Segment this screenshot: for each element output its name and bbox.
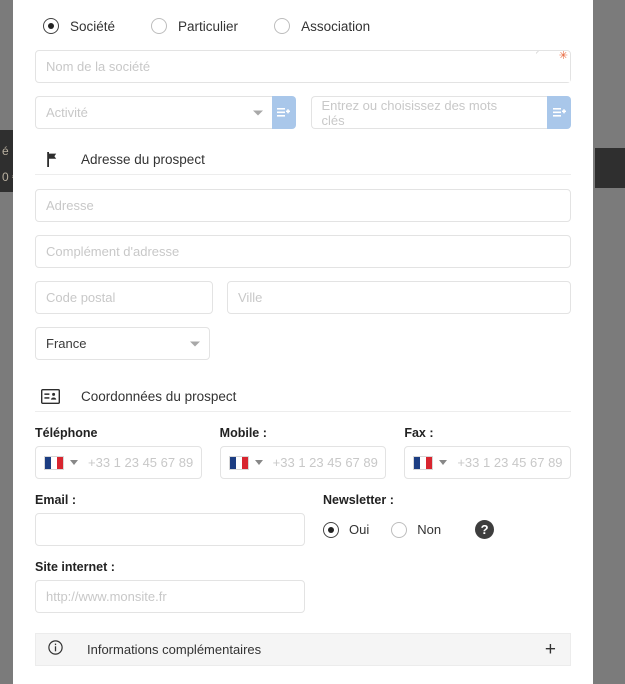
radio-association-label: Association <box>301 18 371 34</box>
help-icon[interactable]: ? <box>475 520 495 539</box>
chevron-down-icon <box>190 341 200 346</box>
keywords-combo: Entrez ou choisissez des mots clés <box>310 96 571 129</box>
phone-label: Téléphone <box>35 426 98 440</box>
radio-particulier-label: Particulier <box>178 18 239 34</box>
chevron-down-icon <box>252 110 263 115</box>
expand-plus-icon[interactable]: + <box>545 640 556 659</box>
address-input[interactable] <box>35 189 571 222</box>
france-flag-icon[interactable] <box>413 455 434 470</box>
france-flag-icon[interactable] <box>44 455 64 470</box>
email-newsletter-row: Email : Newsletter : Oui Non ? <box>35 493 571 546</box>
mobile-placeholder: +33 1 23 45 67 89 <box>272 455 378 470</box>
activity-combo: Activité <box>35 96 296 129</box>
radio-newsletter-non[interactable]: Non <box>391 521 442 538</box>
prospect-type-radio-group: Société Particulier Association <box>43 12 571 40</box>
screen: é 0 € Société Particulier Association No… <box>0 0 625 684</box>
radio-societe-label: Société <box>70 18 116 34</box>
newsletter-col: Newsletter : Oui Non ? <box>305 493 571 546</box>
radio-association[interactable]: Association <box>274 18 370 34</box>
keywords-add-button[interactable] <box>547 96 571 129</box>
background-right-panel <box>595 148 625 188</box>
website-label: Site internet : <box>35 560 115 574</box>
postal-code-input[interactable] <box>35 281 213 314</box>
fax-label: Fax : <box>404 426 434 440</box>
website-input[interactable] <box>35 580 305 613</box>
background-left-text-1: é <box>2 144 9 158</box>
keywords-input[interactable]: Entrez ou choisissez des mots clés <box>310 96 547 129</box>
postal-code-wrap <box>35 281 213 314</box>
country-select[interactable]: France <box>35 327 210 360</box>
list-add-icon <box>277 107 290 117</box>
radio-association-indicator[interactable] <box>274 18 291 34</box>
radio-newsletter-oui-indicator[interactable] <box>323 521 339 538</box>
address-section-title: Adresse du prospect <box>81 152 205 167</box>
required-asterisk-icon: ✳ <box>558 50 568 62</box>
country-row: France <box>35 327 571 360</box>
address-complement-row <box>35 235 571 268</box>
mobile-label: Mobile : <box>219 426 267 440</box>
email-input[interactable] <box>35 513 305 546</box>
city-wrap <box>227 281 571 314</box>
contact-section-header: Coordonnées du prospect <box>35 382 571 412</box>
country-code-chevron-icon[interactable] <box>70 460 78 465</box>
country-code-chevron-icon[interactable] <box>439 460 448 465</box>
fax-input[interactable]: +33 1 23 45 67 89 <box>404 446 572 479</box>
mobile-col: Mobile : +33 1 23 45 67 89 <box>219 426 387 479</box>
postal-city-row <box>35 281 571 314</box>
company-name-row: ✳ <box>35 50 571 83</box>
keywords-input-value: Entrez ou choisissez des mots clés <box>321 97 498 128</box>
radio-newsletter-oui-label: Oui <box>349 522 370 537</box>
activity-select[interactable]: Activité <box>35 96 272 129</box>
phone-fields-row: Téléphone +33 1 23 45 67 89 Mobile : +33… <box>35 426 572 479</box>
phone-col: Téléphone +33 1 23 45 67 89 <box>35 426 202 479</box>
info-circle-icon <box>48 639 63 660</box>
fax-placeholder: +33 1 23 45 67 89 <box>457 455 563 470</box>
email-col: Email : <box>35 493 305 546</box>
france-flag-icon[interactable] <box>228 455 249 470</box>
list-add-icon <box>552 107 566 117</box>
additional-info-bar[interactable]: Informations complémentaires + <box>35 633 571 666</box>
radio-particulier[interactable]: Particulier <box>151 18 238 34</box>
address-complement-input[interactable] <box>35 235 571 268</box>
activity-add-button[interactable] <box>271 96 296 129</box>
email-label: Email : <box>35 493 76 507</box>
radio-societe-indicator[interactable] <box>43 18 59 34</box>
radio-newsletter-oui[interactable]: Oui <box>323 521 370 538</box>
additional-info-title: Informations complémentaires <box>87 642 262 657</box>
contact-section-title: Coordonnées du prospect <box>81 389 237 404</box>
country-wrap: France <box>35 327 210 360</box>
fax-col: Fax : +33 1 23 45 67 89 <box>404 426 572 479</box>
activity-select-value: Activité <box>46 105 88 120</box>
address-section-header: Adresse du prospect <box>35 145 571 175</box>
signpost-icon <box>41 151 63 168</box>
newsletter-radio-group: Oui Non ? <box>323 513 571 546</box>
radio-newsletter-non-label: Non <box>417 522 442 537</box>
prospect-form-modal: Société Particulier Association ✳ <box>13 0 593 684</box>
radio-particulier-indicator[interactable] <box>151 18 168 34</box>
country-select-value: France <box>46 336 87 351</box>
phone-placeholder: +33 1 23 45 67 89 <box>88 455 194 470</box>
city-input[interactable] <box>227 281 571 314</box>
country-code-chevron-icon[interactable] <box>254 460 263 465</box>
website-col: Site internet : <box>35 560 305 613</box>
company-name-input[interactable] <box>35 50 571 83</box>
mobile-input[interactable]: +33 1 23 45 67 89 <box>219 446 387 479</box>
activity-keywords-row: Activité Entrez ou choisissez des mots c… <box>35 96 571 129</box>
radio-newsletter-non-indicator[interactable] <box>391 521 408 538</box>
newsletter-label: Newsletter : <box>323 493 394 507</box>
phone-input[interactable]: +33 1 23 45 67 89 <box>35 446 202 479</box>
contact-card-icon <box>41 389 63 404</box>
address-row <box>35 189 571 222</box>
radio-societe[interactable]: Société <box>43 18 115 34</box>
